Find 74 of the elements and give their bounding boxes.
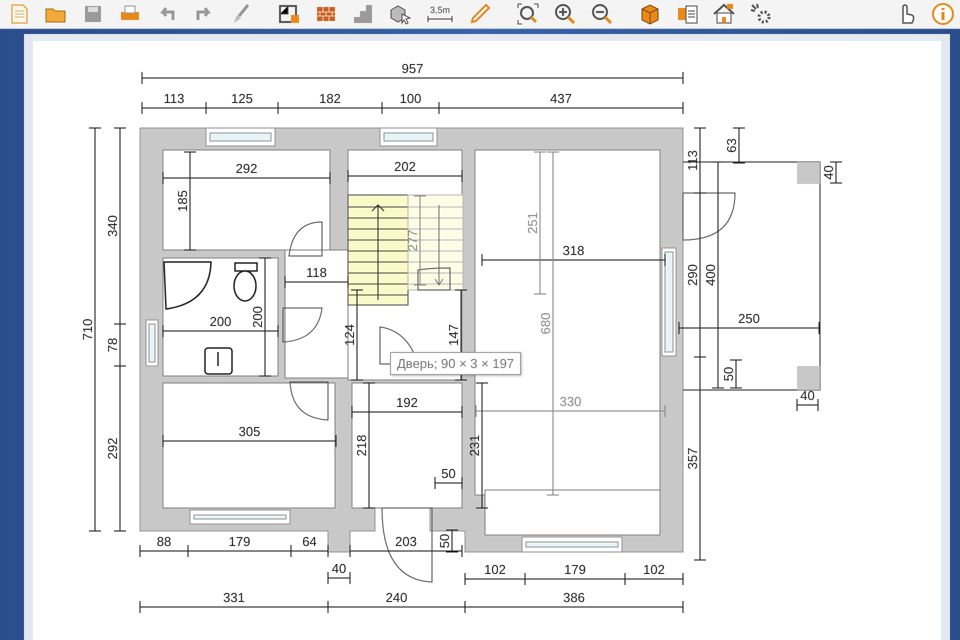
dimension-label: 40	[800, 388, 815, 403]
dimension-label: 200	[210, 314, 232, 329]
door-swing	[288, 222, 322, 256]
steps-icon	[351, 2, 375, 26]
dimension-label: 331	[223, 590, 245, 605]
dimension-label: 386	[563, 590, 585, 605]
dimension-label: 50	[441, 466, 456, 481]
dimension-label: 437	[550, 91, 572, 106]
dimension-label: 63	[724, 138, 739, 153]
dimension-label: 277	[405, 230, 420, 252]
dimension-line	[434, 476, 462, 490]
tooltip: Дверь; 90 × 3 × 197	[390, 352, 522, 375]
dimension-label: 40	[821, 165, 836, 180]
dimension-label: 250	[738, 311, 760, 326]
window	[380, 128, 438, 146]
dimension-label: 305	[238, 424, 260, 439]
dimension-label: 400	[703, 264, 718, 286]
window	[206, 128, 276, 146]
dimension-line	[142, 102, 206, 114]
door-swing	[282, 308, 322, 342]
dimension-label: 124	[342, 324, 357, 346]
door-swing	[682, 192, 736, 240]
dimension-label: 40	[332, 561, 346, 576]
dimension-label: 64	[302, 534, 317, 549]
dimension-label: 125	[231, 91, 253, 106]
dimension-label: 292	[105, 438, 120, 460]
dimension-label: 192	[396, 395, 418, 410]
dimension-label: 202	[394, 159, 416, 174]
dimension-label: 203	[395, 534, 417, 549]
dimension-label: 102	[643, 562, 665, 577]
dimension-label: 330	[560, 394, 582, 409]
dimension-label: 118	[306, 265, 327, 280]
dimension-label: 680	[538, 312, 553, 334]
toilet	[233, 262, 258, 302]
dimension-label: 182	[319, 91, 341, 106]
dimension-line	[328, 572, 350, 584]
dimension-label: 88	[156, 534, 172, 549]
dimension-label: 179	[564, 562, 586, 577]
dimension-label: 179	[228, 534, 250, 549]
dimension-label: 113	[685, 150, 700, 171]
dimension-label: 318	[562, 243, 584, 258]
dimension-label: 251	[525, 212, 540, 234]
dimension-label: 710	[80, 318, 95, 340]
dimension-label: 240	[386, 590, 408, 605]
zoom-in-icon	[553, 2, 577, 26]
door-swing	[418, 268, 450, 290]
dimension-label: 147	[446, 324, 461, 346]
dimension-label: 100	[400, 91, 422, 106]
dimension-label: 218	[354, 434, 369, 456]
door-swing	[290, 382, 328, 420]
ruler-line-icon	[427, 15, 453, 23]
dimension-line	[796, 398, 818, 412]
dimension-label: 292	[236, 161, 258, 176]
shower-tray	[163, 261, 212, 310]
gear-icon	[749, 2, 773, 26]
dimension-label: 50	[437, 534, 452, 548]
dimension-label: 50	[721, 366, 736, 382]
dimension-label: 102	[484, 562, 506, 577]
dimension-label: 957	[402, 61, 424, 76]
dimension-label: 200	[250, 306, 265, 328]
dimension-label: 113	[164, 91, 184, 106]
floor-plan-icon	[277, 2, 301, 26]
dimension-label: 340	[105, 215, 120, 237]
sink	[204, 347, 233, 375]
window	[146, 320, 158, 366]
dimension-label: 185	[175, 190, 190, 212]
dimension-label: 290	[685, 264, 700, 286]
zoom-out-icon	[590, 2, 614, 26]
dimension-label: 357	[685, 448, 700, 470]
dimension-label: 231	[467, 434, 482, 456]
dimension-line	[284, 276, 348, 288]
measure-button[interactable]: 3,5m	[420, 1, 460, 27]
dimension-label: 78	[105, 338, 120, 352]
zoom-fit-icon	[516, 2, 540, 26]
